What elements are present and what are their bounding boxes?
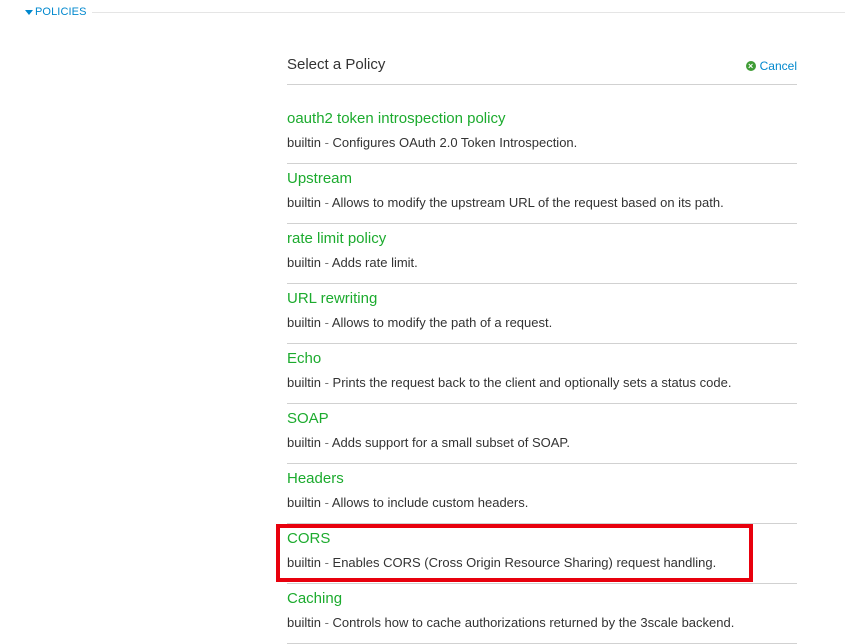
policy-item-caching[interactable]: Caching builtin - Controls how to cache … (287, 584, 797, 644)
policy-item-rate-limit[interactable]: rate limit policy builtin - Adds rate li… (287, 224, 797, 284)
policy-source: builtin (287, 315, 321, 330)
panel-title: Select a Policy (287, 56, 386, 73)
policy-source: builtin (287, 495, 321, 510)
policies-section-toggle[interactable]: POLICIES (25, 6, 87, 18)
policies-section-header: POLICIES (25, 5, 845, 19)
policy-description-text: Adds support for a small subset of SOAP. (331, 435, 571, 450)
policy-description: builtin - Allows to modify the path of a… (287, 315, 552, 330)
policy-description: builtin - Allows to modify the upstream … (287, 195, 724, 210)
caret-down-icon (25, 10, 33, 15)
times-circle-icon: × (745, 61, 756, 71)
policy-description: builtin - Prints the request back to the… (287, 375, 731, 390)
policy-name[interactable]: Upstream (287, 170, 352, 187)
policy-description: builtin - Enables CORS (Cross Origin Res… (287, 555, 716, 570)
policy-description-text: Adds rate limit. (331, 255, 418, 270)
policy-separator: - (320, 375, 333, 390)
policy-description-text: Configures OAuth 2.0 Token Introspection… (332, 135, 578, 150)
policy-item-upstream[interactable]: Upstream builtin - Allows to modify the … (287, 164, 797, 224)
policy-name[interactable]: CORS (287, 530, 330, 547)
policy-description-text: Allows to include custom headers. (331, 495, 529, 510)
policy-item-oauth2-token-introspection[interactable]: oauth2 token introspection policy builti… (287, 104, 797, 164)
policy-source: builtin (287, 435, 321, 450)
policy-description: builtin - Configures OAuth 2.0 Token Int… (287, 135, 577, 150)
policy-name[interactable]: URL rewriting (287, 290, 377, 307)
policy-separator: - (320, 615, 333, 630)
policy-description: builtin - Adds rate limit. (287, 255, 418, 270)
policy-name[interactable]: Echo (287, 350, 321, 367)
policy-name[interactable]: Caching (287, 590, 342, 607)
policy-description-text: Controls how to cache authorizations ret… (332, 615, 735, 630)
policy-description: builtin - Controls how to cache authoriz… (287, 615, 734, 630)
policy-separator: - (320, 135, 333, 150)
policy-item-url-rewriting[interactable]: URL rewriting builtin - Allows to modify… (287, 284, 797, 344)
policy-item-soap[interactable]: SOAP builtin - Adds support for a small … (287, 404, 797, 464)
policy-separator: - (320, 495, 332, 510)
panel-header: Select a Policy × Cancel (287, 53, 797, 85)
policy-description: builtin - Allows to include custom heade… (287, 495, 528, 510)
policy-source: builtin (287, 255, 321, 270)
policy-description-text: Prints the request back to the client an… (332, 375, 732, 390)
policy-description-text: Allows to modify the path of a request. (331, 315, 553, 330)
policy-name[interactable]: Headers (287, 470, 344, 487)
policy-description: builtin - Adds support for a small subse… (287, 435, 570, 450)
cancel-label: Cancel (759, 59, 797, 73)
policy-item-headers[interactable]: Headers builtin - Allows to include cust… (287, 464, 797, 524)
policy-separator: - (320, 435, 332, 450)
policy-separator: - (320, 195, 332, 210)
policy-name[interactable]: oauth2 token introspection policy (287, 110, 505, 127)
policy-source: builtin (287, 615, 321, 630)
policy-name[interactable]: SOAP (287, 410, 329, 427)
policy-item-cors[interactable]: CORS builtin - Enables CORS (Cross Origi… (287, 524, 797, 584)
policy-separator: - (320, 315, 332, 330)
policy-source: builtin (287, 555, 321, 570)
policy-source: builtin (287, 135, 321, 150)
policy-description-text: Allows to modify the upstream URL of the… (331, 195, 724, 210)
policy-list: oauth2 token introspection policy builti… (287, 104, 797, 644)
policy-description-text: Enables CORS (Cross Origin Resource Shar… (332, 555, 717, 570)
policy-separator: - (320, 555, 333, 570)
policy-name[interactable]: rate limit policy (287, 230, 386, 247)
policy-separator: - (320, 255, 332, 270)
policy-source: builtin (287, 375, 321, 390)
section-label: POLICIES (35, 6, 87, 18)
section-divider (91, 11, 845, 13)
policy-item-echo[interactable]: Echo builtin - Prints the request back t… (287, 344, 797, 404)
policy-source: builtin (287, 195, 321, 210)
cancel-button[interactable]: × Cancel (745, 59, 797, 73)
